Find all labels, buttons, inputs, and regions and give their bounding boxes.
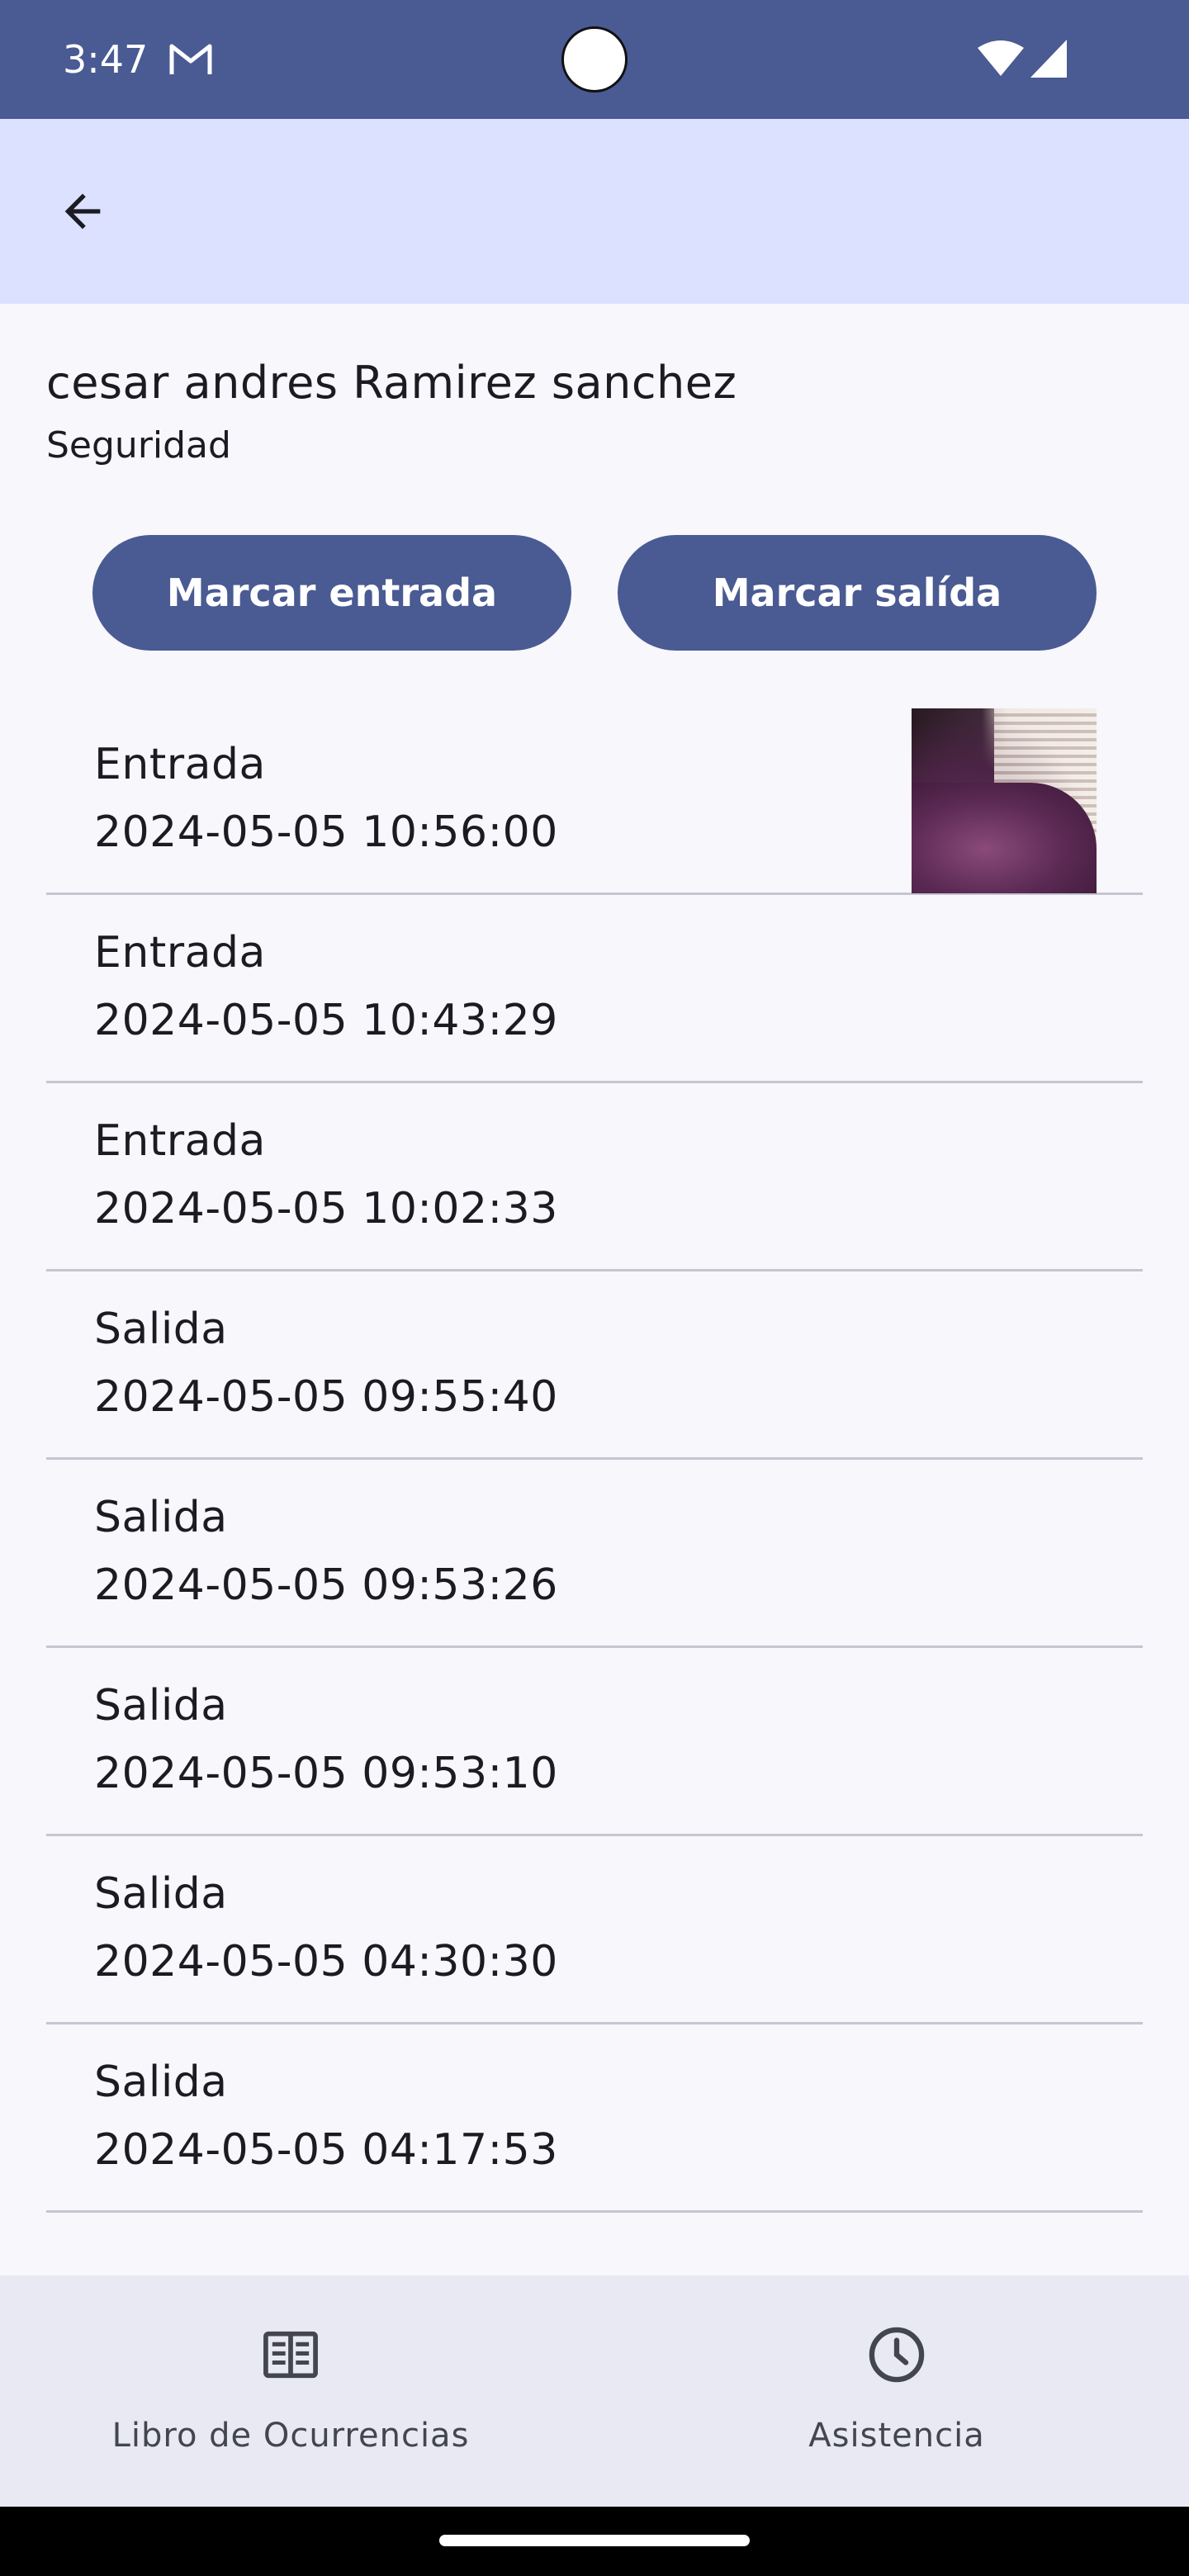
attendance-row[interactable]: Salida 2024-05-05 09:53:26 <box>46 1460 1143 1648</box>
attendance-list: Entrada 2024-05-05 10:56:00 Entrada 2024… <box>46 707 1143 2213</box>
attendance-row[interactable]: Salida 2024-05-05 04:17:53 <box>46 2024 1143 2213</box>
clock-icon <box>869 2327 925 2383</box>
record-datetime: 2024-05-05 09:53:26 <box>94 1560 558 1610</box>
record-type: Salida <box>94 2057 228 2107</box>
record-datetime: 2024-05-05 10:56:00 <box>94 807 558 857</box>
record-photo-thumbnail[interactable] <box>912 708 1097 893</box>
record-type: Salida <box>94 1681 228 1731</box>
attendance-row[interactable]: Entrada 2024-05-05 10:43:29 <box>46 895 1143 1083</box>
employee-name: cesar andres Ramirez sanchez <box>46 357 737 409</box>
record-type: Entrada <box>94 928 266 978</box>
check-out-button[interactable]: Marcar salída <box>618 535 1097 651</box>
record-type: Salida <box>94 1305 228 1354</box>
signal-icon <box>1030 40 1067 78</box>
nav-label: Asistencia <box>808 2417 985 2455</box>
nav-label: Libro de Ocurrencias <box>111 2417 470 2455</box>
attendance-row[interactable]: Salida 2024-05-05 09:55:40 <box>46 1271 1143 1460</box>
employee-role: Seguridad <box>46 424 231 466</box>
photo-fabric <box>912 783 1097 893</box>
record-type: Salida <box>94 1869 228 1919</box>
status-bar: 3:47 <box>0 0 1189 119</box>
attendance-row[interactable]: Entrada 2024-05-05 10:02:33 <box>46 1083 1143 1271</box>
system-gesture-area <box>0 2507 1189 2576</box>
record-datetime: 2024-05-05 10:02:33 <box>94 1184 558 1234</box>
record-datetime: 2024-05-05 09:55:40 <box>94 1372 558 1422</box>
wifi-icon <box>978 40 1024 76</box>
attendance-row[interactable]: Salida 2024-05-05 04:30:30 <box>46 1836 1143 2024</box>
bottom-navigation: Libro de Ocurrencias Asistencia <box>0 2275 1189 2507</box>
record-datetime: 2024-05-05 09:53:10 <box>94 1749 558 1798</box>
nav-item-asistencia[interactable]: Asistencia <box>649 2275 1144 2507</box>
record-datetime: 2024-05-05 04:17:53 <box>94 2125 558 2175</box>
top-app-bar <box>0 119 1189 304</box>
home-gesture-handle[interactable] <box>439 2535 750 2546</box>
book-icon <box>263 2331 318 2379</box>
attendance-screen: 3:47 cesar andres Ramirez sanchez Seguri… <box>0 0 1189 2576</box>
attendance-row[interactable]: Entrada 2024-05-05 10:56:00 <box>46 707 1143 895</box>
record-datetime: 2024-05-05 04:30:30 <box>94 1937 558 1986</box>
record-type: Entrada <box>94 1116 266 1166</box>
status-time: 3:47 <box>63 37 149 82</box>
camera-cutout <box>561 26 628 92</box>
gmail-icon <box>169 44 212 74</box>
nav-item-libro-de-ocurrencias[interactable]: Libro de Ocurrencias <box>43 2275 538 2507</box>
attendance-row[interactable]: Salida 2024-05-05 09:53:10 <box>46 1648 1143 1836</box>
record-type: Salida <box>94 1493 228 1542</box>
arrow-left-icon <box>64 193 101 230</box>
check-in-button[interactable]: Marcar entrada <box>92 535 571 651</box>
record-type: Entrada <box>94 740 266 789</box>
back-button[interactable] <box>43 172 122 251</box>
record-datetime: 2024-05-05 10:43:29 <box>94 996 558 1045</box>
